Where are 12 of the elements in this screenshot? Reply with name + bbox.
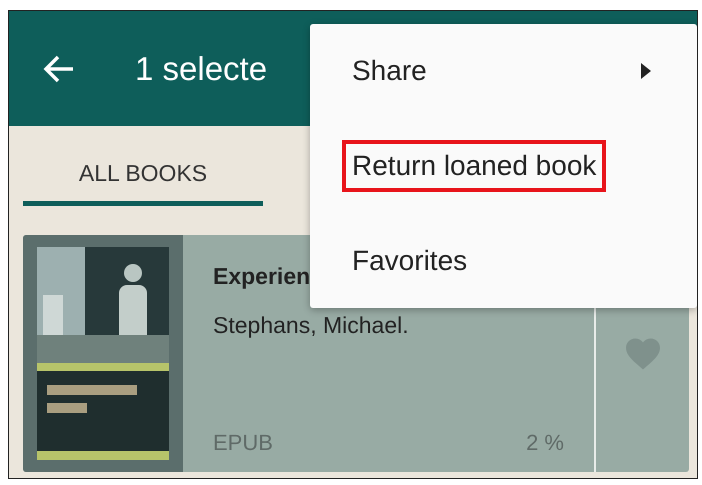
highlighted-label: Return loaned book — [342, 140, 606, 192]
book-format: EPUB — [213, 430, 273, 456]
reading-progress: 2 % — [526, 430, 564, 456]
book-author: Stephans, Michael. — [213, 312, 409, 339]
book-title: Experien — [213, 263, 312, 290]
tab[interactable]: ALL BOOKS — [23, 126, 263, 206]
menu-label: Share — [351, 54, 428, 88]
toolbar-title: 1 selecte — [135, 50, 268, 88]
menu-item[interactable]: Share — [310, 24, 697, 119]
menu-item[interactable]: Return loaned book — [310, 118, 697, 214]
back-arrow-icon — [43, 54, 75, 82]
menu-label: Favorites — [351, 244, 468, 278]
